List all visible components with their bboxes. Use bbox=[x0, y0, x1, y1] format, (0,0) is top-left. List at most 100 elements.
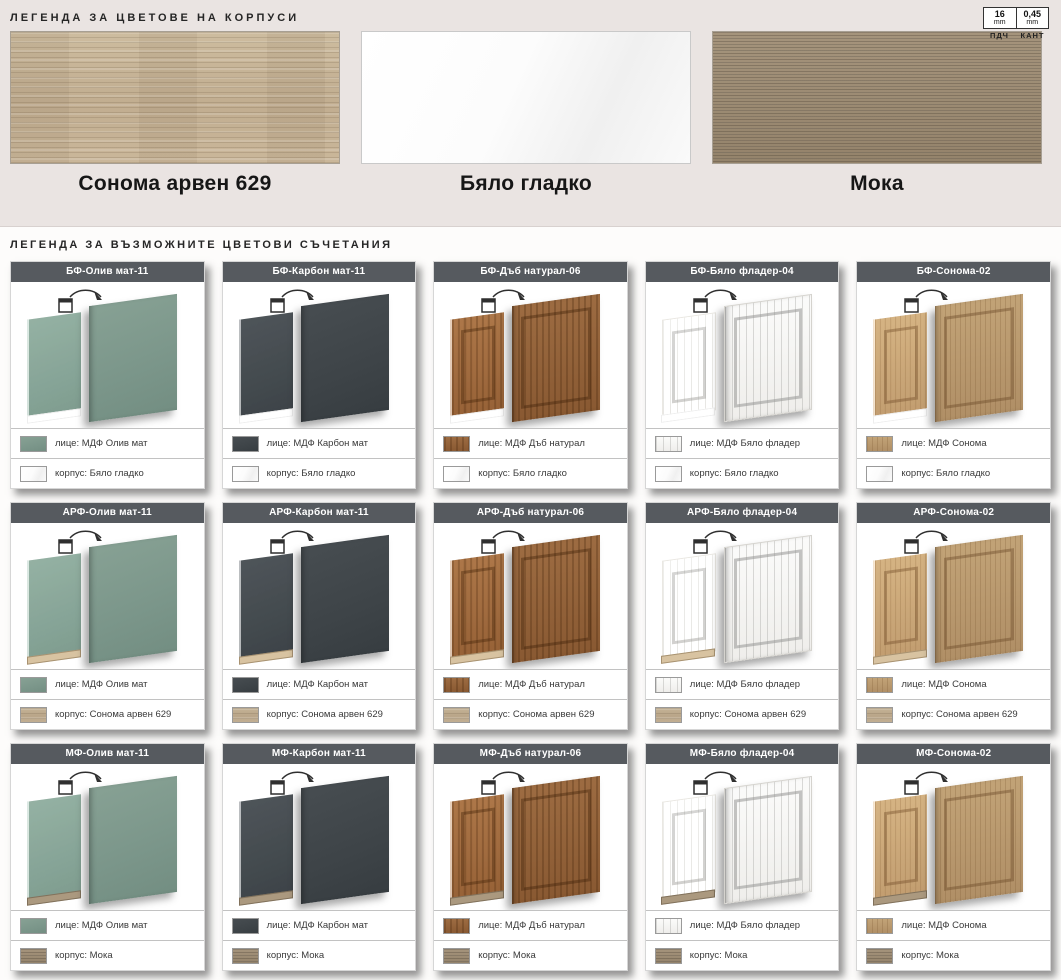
face-label: лице: МДФ Дъб натурал bbox=[478, 679, 585, 690]
corpus-legend-row: корпус: Мока bbox=[434, 940, 627, 970]
corpus-label: корпус: Бяло гладко bbox=[901, 468, 990, 479]
corpus-legend-row: корпус: Мока bbox=[11, 940, 204, 970]
face-legend-row: лице: МДФ Дъб натурал bbox=[434, 910, 627, 940]
corpus-label: корпус: Бяло гладко bbox=[478, 468, 567, 479]
board-label: ПДЧ bbox=[983, 31, 1016, 40]
board-thickness-unit: mm bbox=[984, 19, 1016, 26]
corpus-label: корпус: Сонома арвен 629 bbox=[267, 709, 383, 720]
face-swatch bbox=[232, 677, 259, 693]
corpus-swatch-row: Сонома арвен 629 Бяло гладко Мока bbox=[10, 31, 1051, 196]
corpus-legend-row: корпус: Бяло гладко bbox=[223, 458, 416, 488]
corpus-legend-row: корпус: Бяло гладко bbox=[434, 458, 627, 488]
face-legend-row: лице: МДФ Карбон мат bbox=[223, 428, 416, 458]
door-preview bbox=[11, 523, 204, 669]
edge-thickness-unit: mm bbox=[1017, 19, 1049, 26]
combinations-legend-title: ЛЕГЕНДА ЗА ВЪЗМОЖНИТЕ ЦВЕТОВИ СЪЧЕТАНИЯ bbox=[10, 239, 1051, 251]
spec-labels: ПДЧ КАНТ bbox=[983, 31, 1049, 40]
face-label: лице: МДФ Дъб натурал bbox=[478, 920, 585, 931]
combination-title: МФ-Сонома-02 bbox=[857, 744, 1050, 764]
door-panel-open bbox=[662, 312, 716, 418]
corpus-swatch bbox=[655, 466, 682, 482]
door-preview bbox=[11, 764, 204, 910]
combination-card: МФ-Сонома-02 лице: МДФ Сонома корпус: Мо… bbox=[856, 743, 1051, 971]
combination-card: БФ-Олив мат-11 лице: МДФ Олив мат корпус… bbox=[10, 261, 205, 489]
door-panel-open bbox=[873, 794, 927, 900]
sonoma-arven-texture bbox=[10, 31, 340, 164]
door-preview bbox=[857, 764, 1050, 910]
door-preview bbox=[857, 282, 1050, 428]
door-swing-arrow-icon bbox=[480, 529, 540, 559]
face-swatch bbox=[866, 677, 893, 693]
combination-card: МФ-Карбон мат-11 лице: МДФ Карбон мат ко… bbox=[222, 743, 417, 971]
corpus-legend-row: корпус: Сонома арвен 629 bbox=[857, 699, 1050, 729]
combination-title: АРФ-Олив мат-11 bbox=[11, 503, 204, 523]
combination-title: АРФ-Сонома-02 bbox=[857, 503, 1050, 523]
corpus-swatch bbox=[20, 466, 47, 482]
door-preview bbox=[646, 523, 839, 669]
door-panel-open bbox=[873, 553, 927, 659]
corpus-legend-title: ЛЕГЕНДА ЗА ЦВЕТОВЕ НА КОРПУСИ bbox=[10, 12, 1051, 24]
combination-title: АРФ-Дъб натурал-06 bbox=[434, 503, 627, 523]
combination-card: МФ-Олив мат-11 лице: МДФ Олив мат корпус… bbox=[10, 743, 205, 971]
door-preview bbox=[646, 282, 839, 428]
combination-card: БФ-Бяло фладер-04 лице: МДФ Бяло фладер … bbox=[645, 261, 840, 489]
corpus-swatch bbox=[20, 948, 47, 964]
face-swatch bbox=[20, 918, 47, 934]
door-swing-arrow-icon bbox=[903, 770, 963, 800]
corpus-legend-row: корпус: Мока bbox=[646, 940, 839, 970]
combination-card: АРФ-Дъб натурал-06 лице: МДФ Дъб натурал… bbox=[433, 502, 628, 730]
door-swing-arrow-icon bbox=[57, 770, 117, 800]
door-panel-open bbox=[239, 553, 293, 659]
corpus-legend-row: корпус: Бяло гладко bbox=[646, 458, 839, 488]
corpus-swatch bbox=[443, 466, 470, 482]
corpus-label: корпус: Мока bbox=[267, 950, 325, 961]
combination-title: АРФ-Карбон мат-11 bbox=[223, 503, 416, 523]
edge-thickness-value: 0,45 bbox=[1017, 10, 1049, 19]
corpus-swatch bbox=[232, 466, 259, 482]
spec-boxes: 16 mm 0,45 mm bbox=[983, 7, 1049, 29]
face-label: лице: МДФ Сонома bbox=[901, 679, 986, 690]
combination-title: БФ-Дъб натурал-06 bbox=[434, 262, 627, 282]
face-legend-row: лице: МДФ Олив мат bbox=[11, 910, 204, 940]
face-legend-row: лице: МДФ Карбон мат bbox=[223, 669, 416, 699]
combinations-legend: ЛЕГЕНДА ЗА ВЪЗМОЖНИТЕ ЦВЕТОВИ СЪЧЕТАНИЯ … bbox=[0, 227, 1061, 971]
corpus-label: корпус: Бяло гладко bbox=[690, 468, 779, 479]
face-label: лице: МДФ Бяло фладер bbox=[690, 679, 800, 690]
corpus-swatch-white: Бяло гладко bbox=[361, 31, 691, 196]
corpus-swatch bbox=[20, 707, 47, 723]
face-swatch bbox=[20, 436, 47, 452]
door-swing-arrow-icon bbox=[903, 529, 963, 559]
door-preview bbox=[223, 523, 416, 669]
face-legend-row: лице: МДФ Дъб натурал bbox=[434, 669, 627, 699]
door-swing-arrow-icon bbox=[692, 770, 752, 800]
face-legend-row: лице: МДФ Дъб натурал bbox=[434, 428, 627, 458]
corpus-legend-row: корпус: Бяло гладко bbox=[857, 458, 1050, 488]
corpus-swatch bbox=[232, 707, 259, 723]
combination-title: БФ-Сонома-02 bbox=[857, 262, 1050, 282]
corpus-swatch bbox=[655, 948, 682, 964]
combination-title: МФ-Олив мат-11 bbox=[11, 744, 204, 764]
face-swatch bbox=[443, 918, 470, 934]
door-panel-open bbox=[27, 312, 81, 418]
corpus-legend-row: корпус: Мока bbox=[223, 940, 416, 970]
board-thickness-value: 16 bbox=[984, 10, 1016, 19]
door-preview bbox=[434, 523, 627, 669]
board-edge-spec: 16 mm 0,45 mm ПДЧ КАНТ bbox=[983, 7, 1049, 40]
door-panel-open bbox=[873, 312, 927, 418]
face-swatch bbox=[866, 436, 893, 452]
face-label: лице: МДФ Бяло фладер bbox=[690, 920, 800, 931]
combination-card: БФ-Сонома-02 лице: МДФ Сонома корпус: Бя… bbox=[856, 261, 1051, 489]
face-label: лице: МДФ Карбон мат bbox=[267, 438, 368, 449]
combination-card: АРФ-Олив мат-11 лице: МДФ Олив мат корпу… bbox=[10, 502, 205, 730]
corpus-colors-legend: ЛЕГЕНДА ЗА ЦВЕТОВЕ НА КОРПУСИ Сонома арв… bbox=[0, 0, 1061, 227]
door-panel-open bbox=[662, 553, 716, 659]
combination-title: БФ-Бяло фладер-04 bbox=[646, 262, 839, 282]
corpus-swatch-moka: Мока bbox=[712, 31, 1042, 196]
door-panel-open bbox=[27, 553, 81, 659]
face-swatch bbox=[655, 677, 682, 693]
corpus-label: корпус: Мока bbox=[901, 950, 959, 961]
face-swatch bbox=[866, 918, 893, 934]
white-smooth-texture bbox=[361, 31, 691, 164]
corpus-swatch bbox=[232, 948, 259, 964]
door-panel-open bbox=[450, 794, 504, 900]
